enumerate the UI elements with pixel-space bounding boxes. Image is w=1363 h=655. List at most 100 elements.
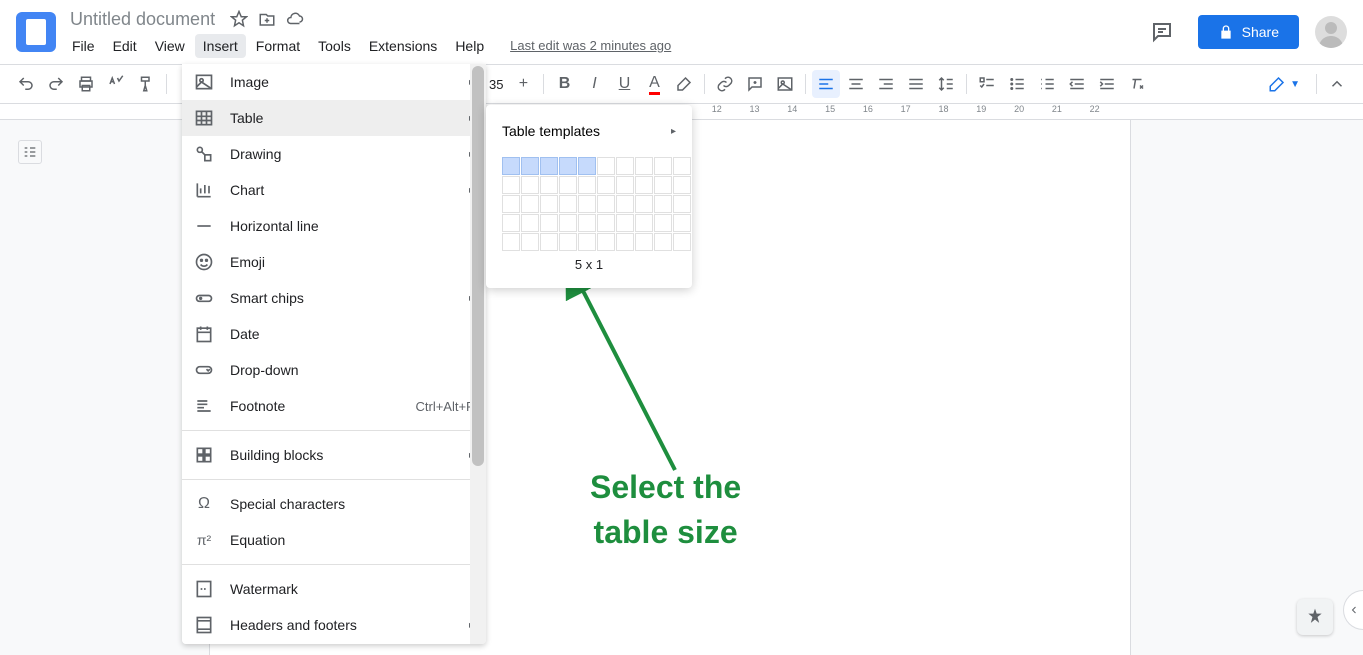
- image-insert-button[interactable]: [771, 70, 799, 98]
- grid-cell[interactable]: [597, 214, 615, 232]
- comment-add-button[interactable]: [741, 70, 769, 98]
- grid-cell[interactable]: [521, 233, 539, 251]
- insert-table[interactable]: Table▸: [182, 100, 486, 136]
- insert-watermark[interactable]: Watermark: [182, 571, 486, 607]
- grid-cell[interactable]: [578, 157, 596, 175]
- text-color-button[interactable]: A: [640, 70, 668, 98]
- insert-headers-and-footers[interactable]: Headers and footers▸: [182, 607, 486, 643]
- grid-cell[interactable]: [521, 195, 539, 213]
- grid-cell[interactable]: [502, 195, 520, 213]
- menu-format[interactable]: Format: [248, 34, 308, 58]
- grid-cell[interactable]: [597, 195, 615, 213]
- zoom-plus-button[interactable]: +: [509, 70, 537, 98]
- comments-button[interactable]: [1142, 12, 1182, 52]
- last-edit-link[interactable]: Last edit was 2 minutes ago: [510, 38, 671, 53]
- table-templates-item[interactable]: Table templates ▸: [486, 113, 692, 149]
- insert-special-characters[interactable]: ΩSpecial characters: [182, 486, 486, 522]
- insert-drop-down[interactable]: Drop-down: [182, 352, 486, 388]
- star-icon[interactable]: [229, 9, 249, 29]
- menu-tools[interactable]: Tools: [310, 34, 359, 58]
- insert-drawing[interactable]: Drawing▸: [182, 136, 486, 172]
- redo-button[interactable]: [42, 70, 70, 98]
- menu-insert[interactable]: Insert: [195, 34, 246, 58]
- indent-decrease-button[interactable]: [1063, 70, 1091, 98]
- insert-page-numbers[interactable]: #Page numbers▸: [182, 643, 486, 644]
- insert-equation[interactable]: π²Equation: [182, 522, 486, 558]
- menu-edit[interactable]: Edit: [105, 34, 145, 58]
- insert-chart[interactable]: Chart▸: [182, 172, 486, 208]
- menu-extensions[interactable]: Extensions: [361, 34, 445, 58]
- grid-cell[interactable]: [502, 214, 520, 232]
- grid-cell[interactable]: [654, 176, 672, 194]
- clear-format-button[interactable]: [1123, 70, 1151, 98]
- print-button[interactable]: [72, 70, 100, 98]
- editing-mode-button[interactable]: ▼: [1258, 69, 1310, 99]
- zoom-value[interactable]: 35: [485, 77, 507, 92]
- grid-cell[interactable]: [654, 157, 672, 175]
- grid-cell[interactable]: [540, 233, 558, 251]
- grid-cell[interactable]: [654, 195, 672, 213]
- grid-cell[interactable]: [578, 176, 596, 194]
- link-button[interactable]: [711, 70, 739, 98]
- move-icon[interactable]: [257, 9, 277, 29]
- grid-cell[interactable]: [616, 176, 634, 194]
- grid-cell[interactable]: [673, 233, 691, 251]
- italic-button[interactable]: I: [580, 70, 608, 98]
- docs-logo-icon[interactable]: [16, 12, 56, 52]
- bold-button[interactable]: B: [550, 70, 578, 98]
- grid-cell[interactable]: [521, 157, 539, 175]
- underline-button[interactable]: U: [610, 70, 638, 98]
- share-button[interactable]: Share: [1198, 15, 1299, 49]
- collapse-toolbar-button[interactable]: [1323, 70, 1351, 98]
- menu-view[interactable]: View: [147, 34, 193, 58]
- grid-cell[interactable]: [635, 195, 653, 213]
- grid-cell[interactable]: [578, 214, 596, 232]
- grid-cell[interactable]: [559, 157, 577, 175]
- grid-cell[interactable]: [559, 214, 577, 232]
- insert-horizontal-line[interactable]: Horizontal line: [182, 208, 486, 244]
- insert-emoji[interactable]: Emoji: [182, 244, 486, 280]
- line-spacing-button[interactable]: [932, 70, 960, 98]
- grid-cell[interactable]: [559, 195, 577, 213]
- align-left-button[interactable]: [812, 70, 840, 98]
- menu-help[interactable]: Help: [447, 34, 492, 58]
- grid-cell[interactable]: [540, 195, 558, 213]
- document-title[interactable]: Untitled document: [64, 7, 221, 32]
- indent-increase-button[interactable]: [1093, 70, 1121, 98]
- insert-smart-chips[interactable]: Smart chips▸: [182, 280, 486, 316]
- user-avatar[interactable]: [1315, 16, 1347, 48]
- grid-cell[interactable]: [654, 214, 672, 232]
- align-right-button[interactable]: [872, 70, 900, 98]
- grid-cell[interactable]: [635, 157, 653, 175]
- grid-cell[interactable]: [540, 214, 558, 232]
- insert-footnote[interactable]: FootnoteCtrl+Alt+F: [182, 388, 486, 424]
- grid-cell[interactable]: [502, 176, 520, 194]
- grid-cell[interactable]: [578, 233, 596, 251]
- align-center-button[interactable]: [842, 70, 870, 98]
- grid-cell[interactable]: [540, 157, 558, 175]
- grid-cell[interactable]: [521, 176, 539, 194]
- grid-cell[interactable]: [635, 233, 653, 251]
- table-size-picker[interactable]: 5 x 1: [486, 149, 692, 280]
- undo-button[interactable]: [12, 70, 40, 98]
- grid-cell[interactable]: [616, 214, 634, 232]
- grid-cell[interactable]: [654, 233, 672, 251]
- grid-cell[interactable]: [673, 157, 691, 175]
- grid-cell[interactable]: [521, 214, 539, 232]
- spellcheck-button[interactable]: [102, 70, 130, 98]
- grid-cell[interactable]: [578, 195, 596, 213]
- menu-file[interactable]: File: [64, 34, 103, 58]
- numbered-list-button[interactable]: [1033, 70, 1061, 98]
- cloud-status-icon[interactable]: [285, 9, 305, 29]
- explore-button[interactable]: [1297, 599, 1333, 635]
- grid-cell[interactable]: [559, 233, 577, 251]
- highlight-button[interactable]: [670, 70, 698, 98]
- grid-cell[interactable]: [616, 157, 634, 175]
- align-justify-button[interactable]: [902, 70, 930, 98]
- grid-cell[interactable]: [597, 176, 615, 194]
- grid-cell[interactable]: [597, 157, 615, 175]
- grid-cell[interactable]: [673, 214, 691, 232]
- grid-cell[interactable]: [616, 233, 634, 251]
- bullet-list-button[interactable]: [1003, 70, 1031, 98]
- grid-cell[interactable]: [559, 176, 577, 194]
